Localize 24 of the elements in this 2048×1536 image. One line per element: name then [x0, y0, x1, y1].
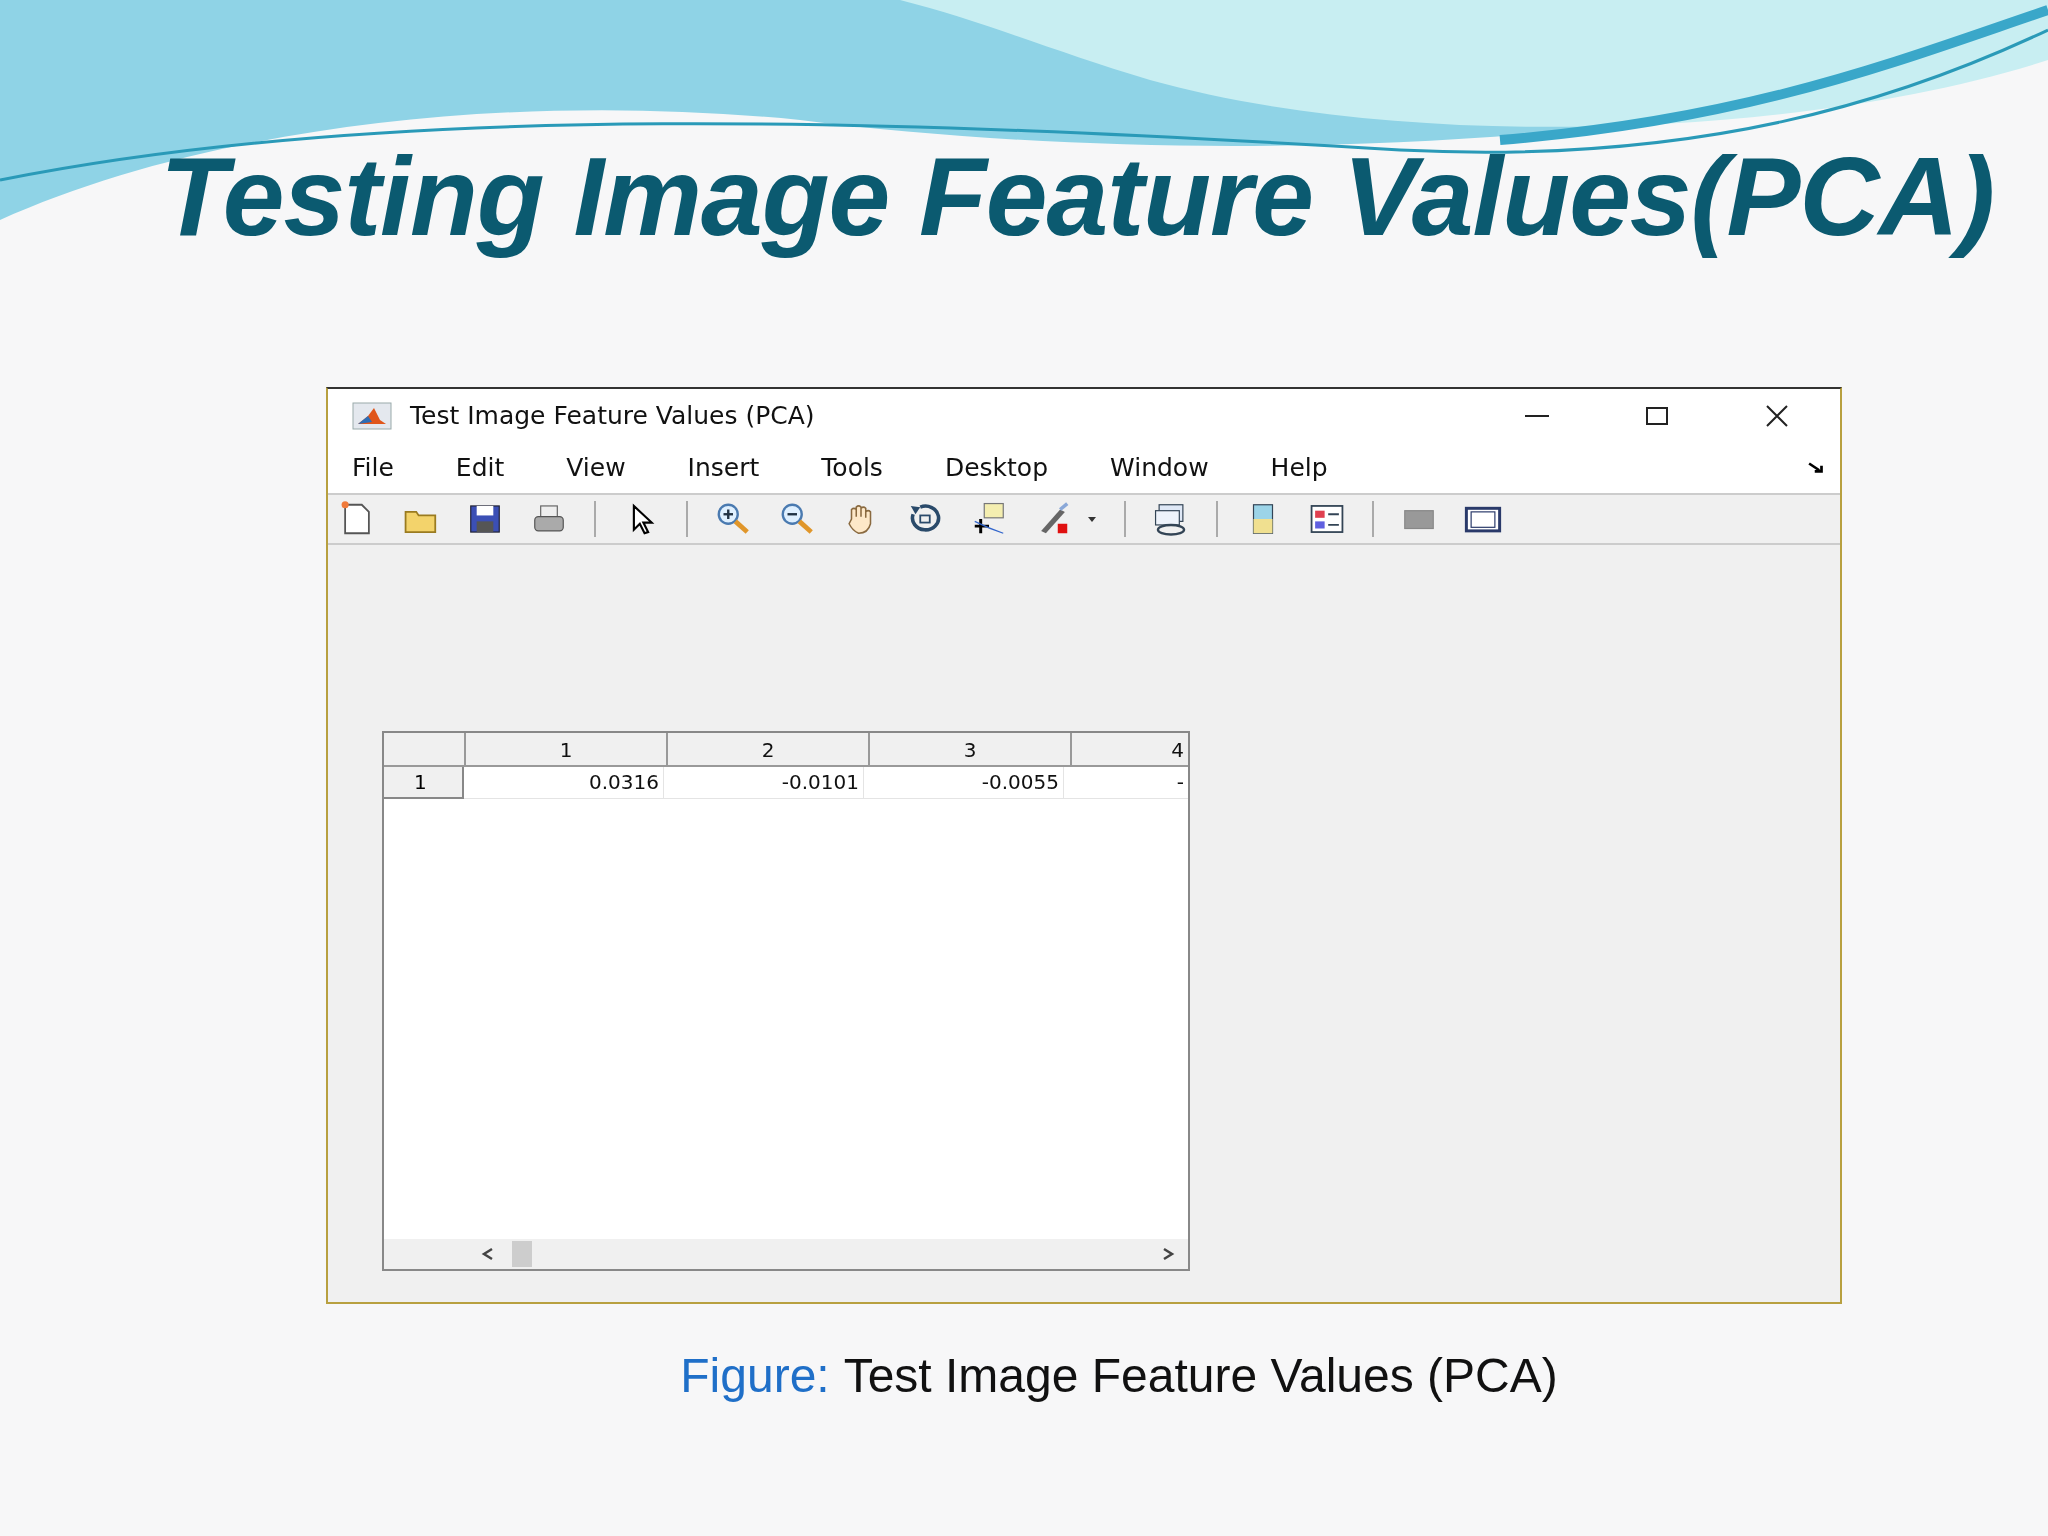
caption-text: Test Image Feature Values (PCA) [843, 1348, 1558, 1402]
menu-item[interactable]: Desktop [944, 453, 1048, 483]
dock-arrow-icon[interactable] [1808, 460, 1826, 475]
menu-item[interactable]: Edit [455, 453, 505, 483]
slide-title: Testing Image Feature Values(PCA) [159, 134, 1995, 261]
menu-item[interactable]: Help [1270, 453, 1328, 483]
menu-item[interactable]: View [566, 453, 626, 483]
table-cell: - [1064, 766, 1188, 799]
app-icon [352, 401, 392, 430]
scrollbar[interactable] [384, 1238, 1188, 1269]
row-header[interactable]: 1 [384, 766, 464, 799]
column-header[interactable]: 2 [668, 732, 870, 767]
table-cell: 0.0316 [464, 766, 664, 799]
window-title: Test Image Feature Values (PCA) [410, 401, 815, 431]
table-cell: -0.0101 [664, 766, 864, 799]
menu-item[interactable]: Tools [821, 453, 883, 483]
column-header[interactable]: 3 [870, 732, 1072, 767]
scroll-thumb[interactable] [512, 1240, 532, 1267]
menu-item[interactable]: File [352, 453, 394, 483]
menu-item[interactable]: Window [1110, 453, 1209, 483]
column-header[interactable]: 1 [466, 732, 668, 767]
menu-item[interactable]: Insert [687, 453, 760, 483]
caption-label: Figure: [680, 1348, 830, 1402]
table-cell: -0.0055 [864, 766, 1064, 799]
